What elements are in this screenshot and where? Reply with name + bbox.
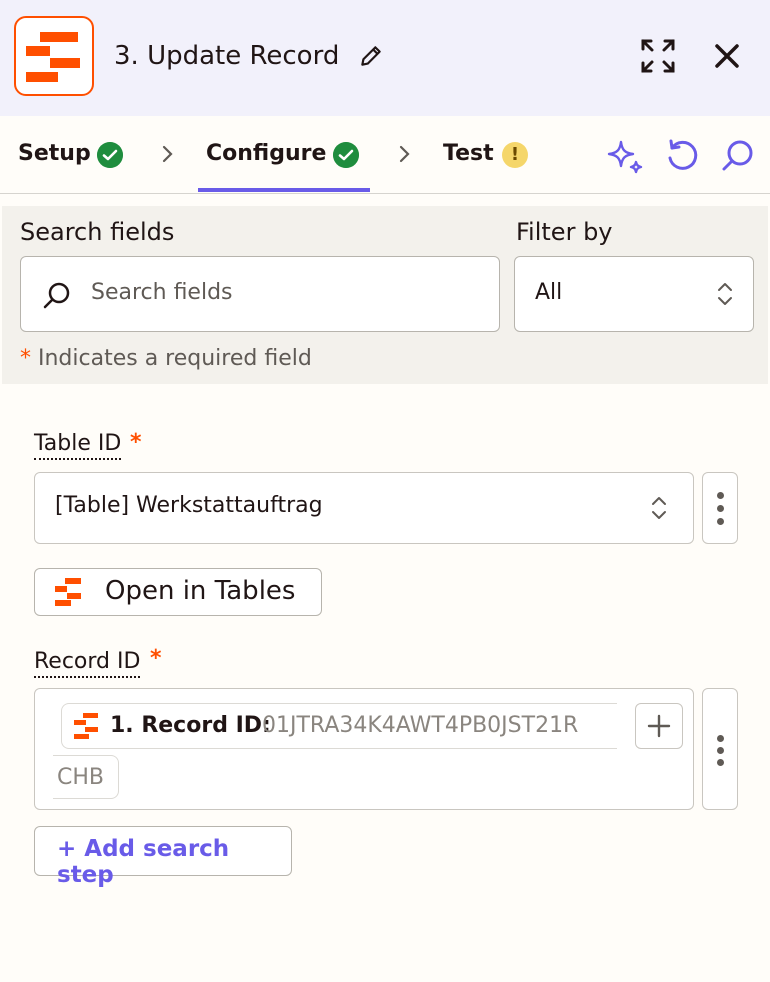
add-search-step-button[interactable]: + Add search step xyxy=(34,826,292,888)
search-placeholder: Search fields xyxy=(91,280,233,305)
filter-select[interactable]: All xyxy=(514,256,754,332)
tables-app-icon xyxy=(72,712,100,740)
active-tab-indicator xyxy=(198,188,370,192)
table-id-more-button[interactable] xyxy=(702,472,738,544)
step-header: 3. Update Record xyxy=(0,0,770,116)
expand-icon[interactable] xyxy=(640,38,676,74)
filter-by-label: Filter by xyxy=(516,218,613,246)
mapped-field-pill[interactable]: 1. Record ID: 01JTRA34K4AWT4PB0JST21R xyxy=(61,703,617,749)
record-id-more-button[interactable] xyxy=(702,688,738,810)
sparkle-icon[interactable] xyxy=(605,136,645,176)
table-id-value: [Table] Werkstattauftrag xyxy=(55,493,323,518)
search-input[interactable]: Search fields xyxy=(20,256,500,332)
tab-setup-label: Setup xyxy=(18,141,91,166)
record-id-label: Record ID xyxy=(34,648,141,678)
tab-configure-label: Configure xyxy=(206,141,327,166)
warning-badge-icon: ! xyxy=(502,142,528,168)
insert-data-button[interactable] xyxy=(635,703,683,749)
updown-chevron-icon xyxy=(718,283,732,305)
tables-app-icon xyxy=(53,577,83,607)
chevron-right-icon xyxy=(399,145,410,163)
edit-icon[interactable] xyxy=(358,43,384,69)
mapped-field-name: 1. Record ID: xyxy=(110,713,271,738)
check-circle-icon xyxy=(333,142,359,168)
step-tabs: Setup Configure Test ! xyxy=(0,116,770,194)
add-search-step-label: + Add search step xyxy=(57,836,230,888)
tab-configure[interactable]: Configure xyxy=(206,138,326,170)
updown-chevron-icon xyxy=(652,497,666,519)
search-icon xyxy=(43,282,70,309)
table-id-label: Table ID xyxy=(34,430,122,460)
step-title: 3. Update Record xyxy=(114,41,340,71)
mapped-field-value-cont: CHB xyxy=(57,765,104,790)
tab-test[interactable]: Test xyxy=(443,138,494,170)
required-marker: * xyxy=(150,646,162,671)
open-in-tables-label: Open in Tables xyxy=(105,576,296,606)
mapped-field-pill-continuation[interactable]: CHB xyxy=(53,755,119,799)
chevron-right-icon xyxy=(162,145,173,163)
tab-setup[interactable]: Setup xyxy=(18,138,91,170)
filter-value: All xyxy=(535,280,563,305)
record-id-input[interactable]: 1. Record ID: 01JTRA34K4AWT4PB0JST21R CH… xyxy=(34,688,694,810)
tab-test-label: Test xyxy=(443,141,494,166)
undo-icon[interactable] xyxy=(662,136,702,176)
search-icon[interactable] xyxy=(718,136,758,176)
field-search-panel: Search fields Filter by Search fields Al… xyxy=(2,206,768,384)
mapped-field-value: 01JTRA34K4AWT4PB0JST21R xyxy=(262,713,579,738)
tables-app-logo xyxy=(14,16,94,96)
open-in-tables-button[interactable]: Open in Tables xyxy=(34,568,322,616)
plus-icon xyxy=(647,714,671,738)
search-fields-label: Search fields xyxy=(20,218,175,246)
required-field-note: * Indicates a required field xyxy=(20,346,312,371)
check-circle-icon xyxy=(97,142,123,168)
close-icon[interactable] xyxy=(711,40,743,72)
table-id-select[interactable]: [Table] Werkstattauftrag xyxy=(34,472,694,544)
required-marker: * xyxy=(130,430,142,455)
